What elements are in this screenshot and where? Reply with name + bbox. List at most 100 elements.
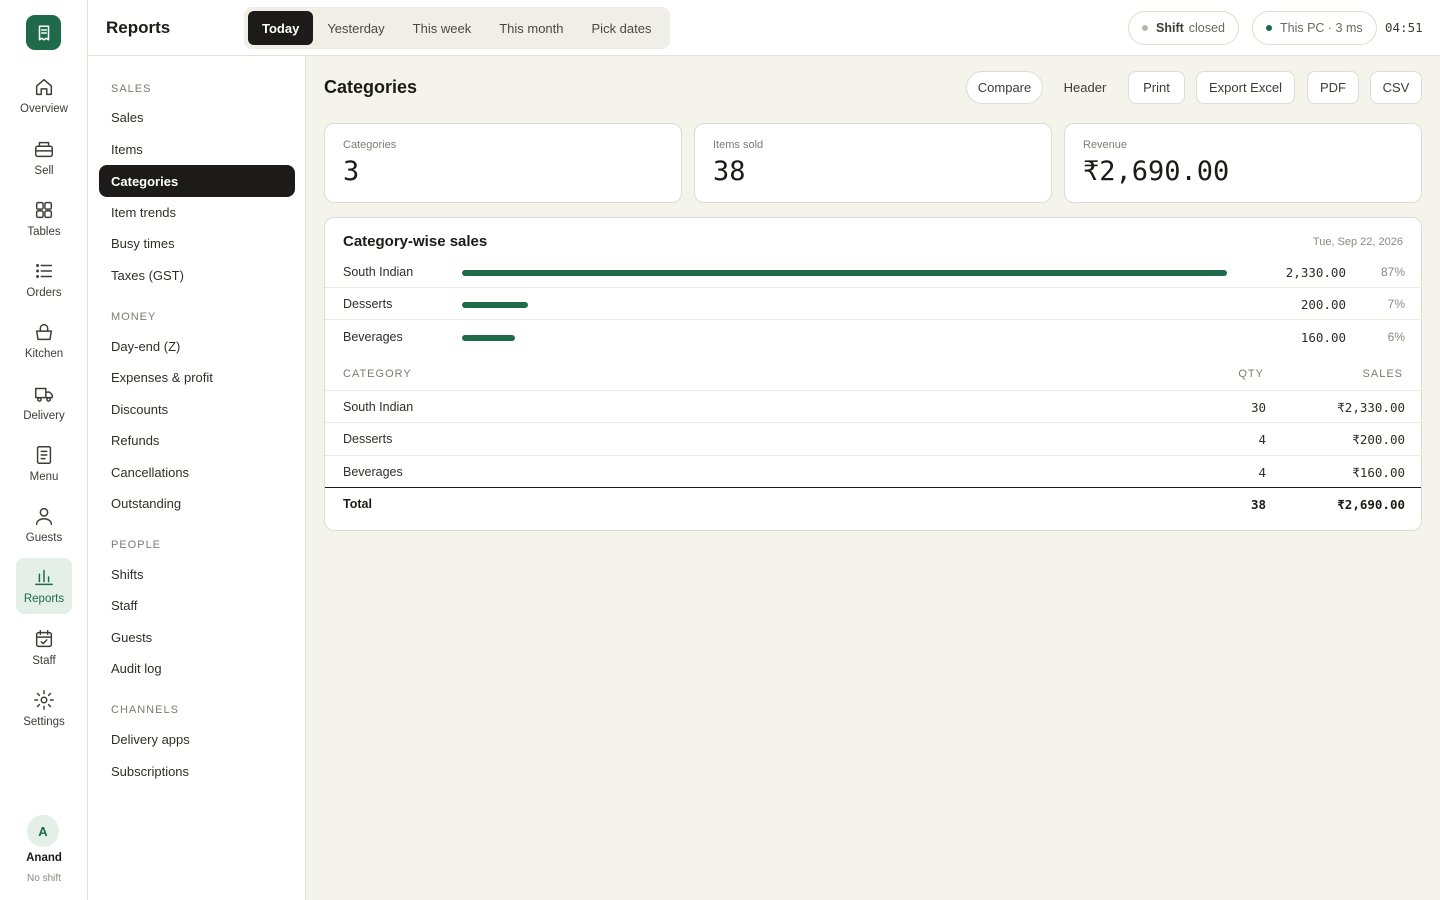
avatar[interactable]: A [27, 815, 59, 847]
clock: 04:51 [1385, 20, 1423, 35]
subnav-item-sales[interactable]: Sales [99, 101, 295, 133]
export-excel-button[interactable]: Export Excel [1196, 71, 1295, 104]
header-button[interactable]: Header [1054, 71, 1116, 104]
subnav-item-items[interactable]: Items [99, 133, 295, 165]
card-date: Tue, Sep 22, 2026 [1312, 236, 1403, 248]
subnav-item-cancellations[interactable]: Cancellations [99, 456, 295, 488]
bar-row: Desserts 200.00 7% [325, 288, 1421, 320]
table-row: Desserts 4 ₹200.00 [325, 422, 1421, 455]
subnav-item-guests[interactable]: Guests [99, 621, 295, 653]
print-button[interactable]: Print [1128, 71, 1185, 104]
rail-item-settings[interactable]: Settings [16, 681, 72, 737]
shift-status-pill[interactable]: Shift closed [1128, 11, 1239, 45]
rail-item-sell[interactable]: Sell [16, 130, 72, 186]
rail-item-label: Guests [25, 532, 63, 544]
cell-qty: 4 [1258, 465, 1266, 480]
cell-category: South Indian [343, 400, 414, 414]
subnav-item-refunds[interactable]: Refunds [99, 424, 295, 456]
subnav-item-taxes[interactable]: Taxes (GST) [99, 259, 295, 291]
rail-item-label: Delivery [23, 410, 65, 422]
menu-doc-icon [36, 446, 52, 464]
bar-fill [462, 335, 515, 341]
column-header-sales[interactable]: SALES [1363, 368, 1403, 380]
kpi-card-items-sold: Items sold 38 [694, 123, 1052, 203]
rail-item-tables[interactable]: Tables [16, 191, 72, 247]
calendar-check-icon [35, 630, 53, 648]
column-header-category[interactable]: CATEGORY [343, 368, 412, 380]
rail-item-label: Kitchen [24, 348, 64, 360]
app-logo[interactable] [26, 15, 61, 50]
kpi-label: Items sold [713, 139, 764, 151]
basket-icon [35, 323, 53, 341]
rail-item-menu[interactable]: Menu [16, 436, 72, 492]
cell-total-qty: 38 [1250, 497, 1266, 512]
bar-category-name: Beverages [343, 330, 403, 344]
kpi-value: 38 [713, 156, 746, 187]
compare-button[interactable]: Compare [966, 71, 1043, 104]
subnav-item-day-end[interactable]: Day-end (Z) [99, 330, 295, 362]
rail-item-staff[interactable]: Staff [16, 620, 72, 676]
category-sales-card: Category-wise sales Tue, Sep 22, 2026 So… [324, 217, 1422, 531]
subnav-item-staff[interactable]: Staff [99, 589, 295, 621]
cell-category: Desserts [343, 432, 393, 446]
subnav-item-outstanding[interactable]: Outstanding [99, 487, 295, 519]
cell-sales: ₹160.00 [1352, 465, 1405, 480]
cell-category: Beverages [343, 465, 403, 479]
bar-category-name: South Indian [343, 265, 414, 279]
subnav-item-shifts[interactable]: Shifts [99, 558, 295, 590]
bar-row: South Indian 2,330.00 87% [325, 256, 1421, 288]
rail-item-label: Sell [34, 165, 54, 177]
kpi-label: Revenue [1083, 139, 1128, 151]
range-tab-yesterday[interactable]: Yesterday [313, 11, 398, 45]
cell-sales: ₹2,330.00 [1337, 400, 1405, 415]
subnav-item-categories[interactable]: Categories [99, 165, 295, 197]
bar-category-name: Desserts [343, 297, 393, 311]
rail-item-overview[interactable]: Overview [16, 68, 72, 124]
subnav-item-delivery-apps[interactable]: Delivery apps [99, 723, 295, 755]
connection-pill[interactable]: This PC · 3 ms [1252, 11, 1377, 45]
table-row: Beverages 4 ₹160.00 [325, 455, 1421, 488]
rail-item-guests[interactable]: Guests [16, 497, 72, 553]
gear-icon [34, 690, 54, 710]
person-icon [35, 507, 53, 525]
rail-item-delivery[interactable]: Delivery [16, 375, 72, 431]
pdf-button[interactable]: PDF [1307, 71, 1359, 104]
bar-value: 200.00 [1300, 297, 1346, 312]
subnav-section-title: PEOPLE [111, 539, 162, 551]
subnav-item-item-trends[interactable]: Item trends [99, 196, 295, 228]
subnav-item-busy-times[interactable]: Busy times [99, 227, 295, 259]
subnav-item-expenses-profit[interactable]: Expenses & profit [99, 361, 295, 393]
home-icon [35, 78, 53, 96]
subnav-item-audit-log[interactable]: Audit log [99, 652, 295, 684]
user-status: No shift [27, 873, 61, 884]
app-rail: Overview Sell Tables Orders Kitchen Deli… [0, 0, 88, 900]
kpi-card-revenue: Revenue ₹2,690.00 [1064, 123, 1422, 203]
rail-item-kitchen[interactable]: Kitchen [16, 313, 72, 369]
rail-item-label: Staff [32, 655, 56, 667]
table-total-row: Total 38 ₹2,690.00 [325, 487, 1421, 520]
list-icon [36, 264, 53, 278]
subnav-item-discounts[interactable]: Discounts [99, 393, 295, 425]
rail-item-label: Settings [23, 716, 65, 728]
rail-item-label: Menu [29, 471, 59, 483]
bar-percent: 6% [1387, 330, 1405, 344]
subnav-item-subscriptions[interactable]: Subscriptions [99, 755, 295, 787]
range-tab-pick-dates[interactable]: Pick dates [578, 11, 666, 45]
range-tab-this-month[interactable]: This month [485, 11, 577, 45]
bar-row: Beverages 160.00 6% [325, 321, 1421, 353]
range-tab-this-week[interactable]: This week [399, 11, 486, 45]
rail-item-reports[interactable]: Reports [16, 558, 72, 614]
top-bar: Reports Today Yesterday This week This m… [88, 0, 1440, 56]
range-tab-today[interactable]: Today [248, 11, 314, 45]
rail-item-orders[interactable]: Orders [16, 252, 72, 308]
subnav-section-title: MONEY [111, 311, 157, 323]
truck-icon [35, 387, 53, 402]
column-header-qty[interactable]: QTY [1238, 368, 1264, 380]
bar-fill [462, 270, 1227, 276]
bar-chart-icon [35, 569, 53, 586]
bar-value: 2,330.00 [1285, 265, 1346, 280]
bar-track [462, 335, 1227, 341]
kpi-card-categories: Categories 3 [324, 123, 682, 203]
page-title: Reports [106, 18, 171, 37]
csv-button[interactable]: CSV [1370, 71, 1422, 104]
